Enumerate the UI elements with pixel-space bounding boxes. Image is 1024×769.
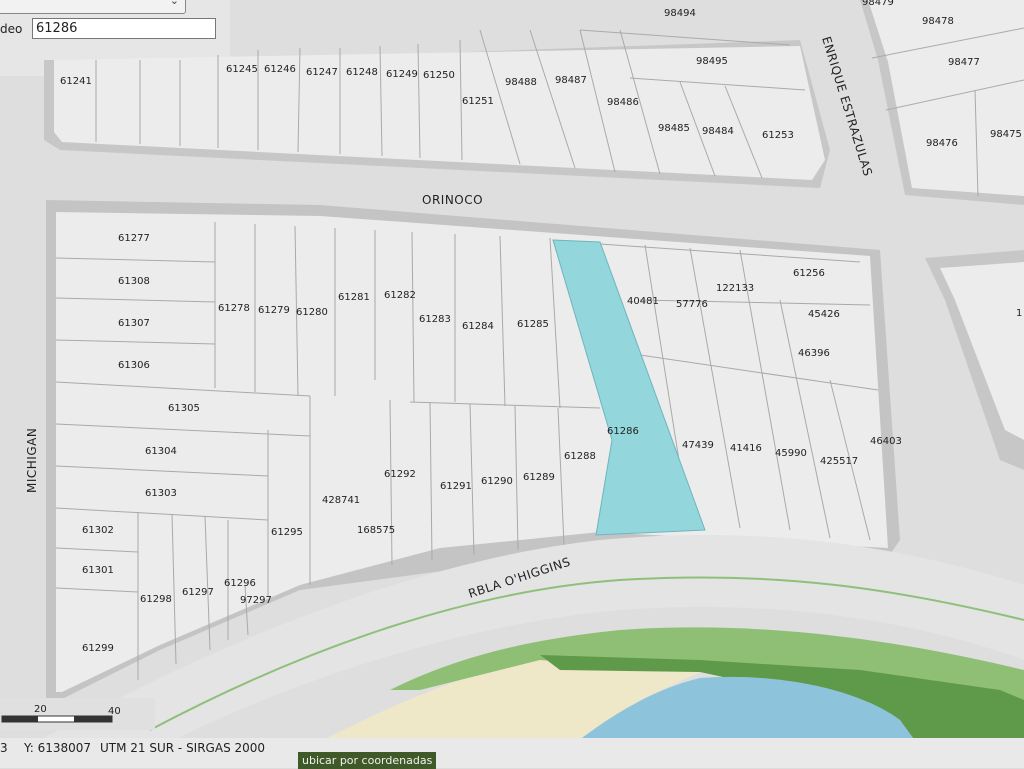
locate-by-coordinates-button[interactable]: ubicar por coordenadas (298, 752, 437, 769)
scale-bar (0, 698, 155, 730)
cadastral-map[interactable] (0, 0, 1024, 768)
coord-y-readout: Y: 6138007 (24, 741, 92, 755)
status-bar: 3 Y: 6138007 UTM 21 SUR - SIRGAS 2000 ub… (0, 738, 1024, 769)
chevron-down-icon[interactable]: ⌄ (170, 0, 179, 7)
coord-x-partial: 3 (0, 741, 8, 755)
search-label: deo (0, 22, 23, 36)
projection-label: UTM 21 SUR - SIRGAS 2000 (100, 741, 266, 755)
layer-dropdown[interactable]: ⌄ (0, 0, 186, 14)
parcel-search-input[interactable] (32, 18, 216, 39)
